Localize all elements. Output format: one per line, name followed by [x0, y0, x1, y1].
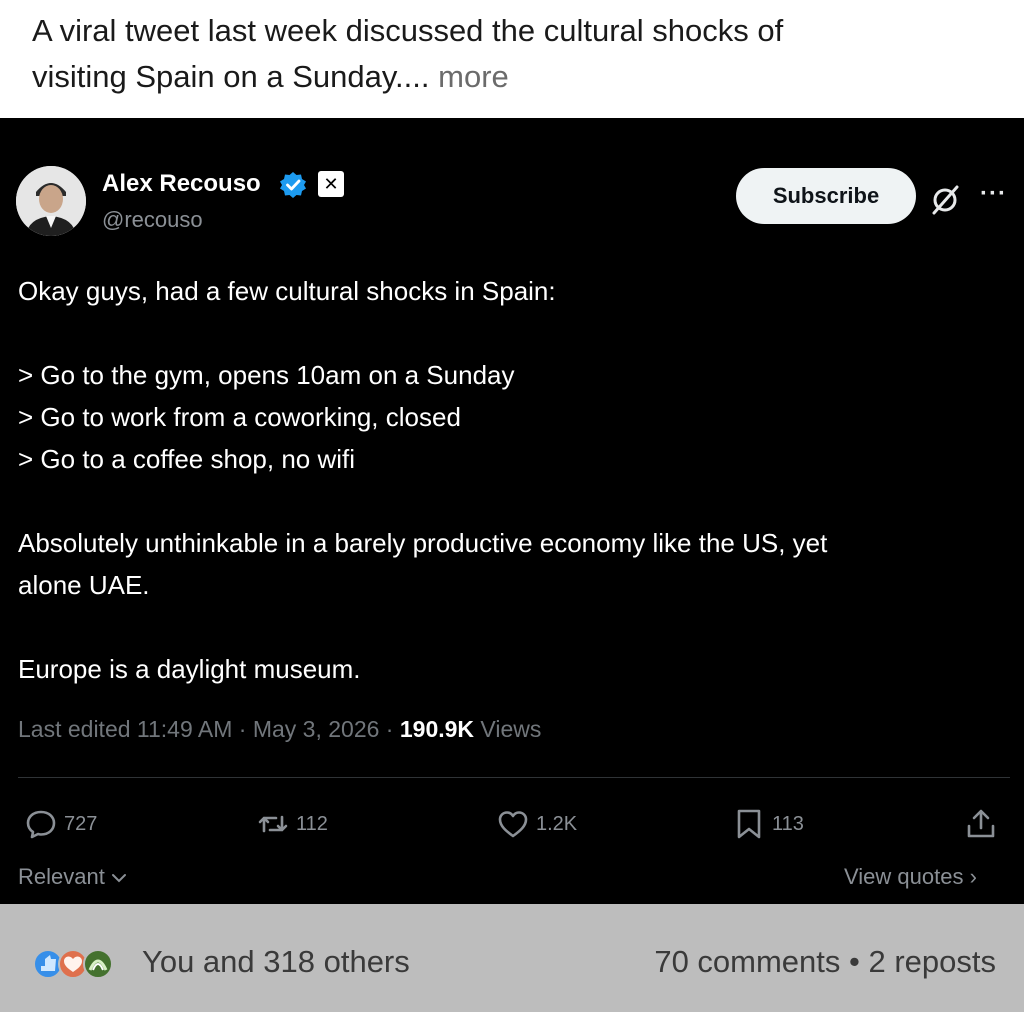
share-icon [967, 809, 995, 838]
reaction-icons[interactable] [30, 944, 130, 984]
author-avatar[interactable] [16, 166, 86, 236]
reply-button[interactable]: 727 [24, 806, 97, 842]
x-affiliation-icon: ✕ [318, 171, 344, 197]
tweet-line: Okay guys, had a few cultural shocks in … [18, 276, 556, 306]
view-quotes-link[interactable]: View quotes › [844, 864, 977, 890]
tweet-line: > Go to the gym, opens 10am on a Sunday [18, 360, 515, 390]
comments-reposts-summary[interactable]: 70 comments • 2 reposts [654, 944, 996, 980]
caption-line-2-text: visiting Spain on a Sunday.... [32, 59, 430, 94]
tweet-line: Absolutely unthinkable in a barely produ… [18, 528, 828, 558]
see-more-link[interactable]: more [438, 59, 509, 94]
divider [18, 777, 1010, 778]
subscribe-button[interactable]: Subscribe [736, 168, 916, 224]
tweet-line: Europe is a daylight museum. [18, 654, 361, 684]
caption-line-1: A viral tweet last week discussed the cu… [32, 13, 784, 48]
chevron-down-icon [111, 874, 126, 883]
tweet-line: > Go to a coffee shop, no wifi [18, 444, 356, 474]
edited-timestamp[interactable]: Last edited 11:49 AM · May 3, 2026 · [18, 716, 400, 742]
repost-icon [258, 815, 288, 833]
views-label: Views [474, 716, 542, 742]
caption-line-2: visiting Spain on a Sunday.... more [32, 54, 992, 100]
reactions-summary[interactable]: You and 318 others [142, 944, 410, 980]
post-caption: A viral tweet last week discussed the cu… [0, 0, 1024, 118]
tweet-line: alone UAE. [18, 570, 150, 600]
heart-icon [498, 811, 528, 838]
share-button[interactable] [964, 806, 1004, 842]
like-button[interactable]: 1.2K [496, 806, 577, 842]
bookmark-button[interactable]: 113 [732, 806, 804, 842]
sort-label: Relevant [18, 864, 105, 889]
tweet-meta: Last edited 11:49 AM · May 3, 2026 · 190… [18, 716, 541, 743]
repost-button[interactable]: 112 [256, 806, 328, 842]
more-options-icon[interactable]: ··· [980, 180, 1007, 208]
tweet-text: Okay guys, had a few cultural shocks in … [18, 270, 1008, 690]
grok-icon[interactable] [928, 183, 962, 217]
like-count: 1.2K [536, 812, 578, 835]
verified-badge-icon [280, 172, 306, 198]
views-count: 190.9K [399, 716, 475, 742]
author-name[interactable]: Alex Recouso [102, 170, 261, 198]
reply-count: 727 [64, 812, 98, 835]
tweet-line: > Go to work from a coworking, closed [18, 402, 461, 432]
repost-count: 112 [296, 812, 328, 835]
sort-relevant-dropdown[interactable]: Relevant [18, 864, 127, 890]
social-footer: You and 318 others 70 comments • 2 repos… [0, 904, 1024, 1012]
author-handle[interactable]: @recouso [102, 207, 203, 233]
bookmark-icon [737, 809, 761, 839]
reply-icon [26, 810, 56, 839]
bookmark-count: 113 [772, 812, 804, 835]
